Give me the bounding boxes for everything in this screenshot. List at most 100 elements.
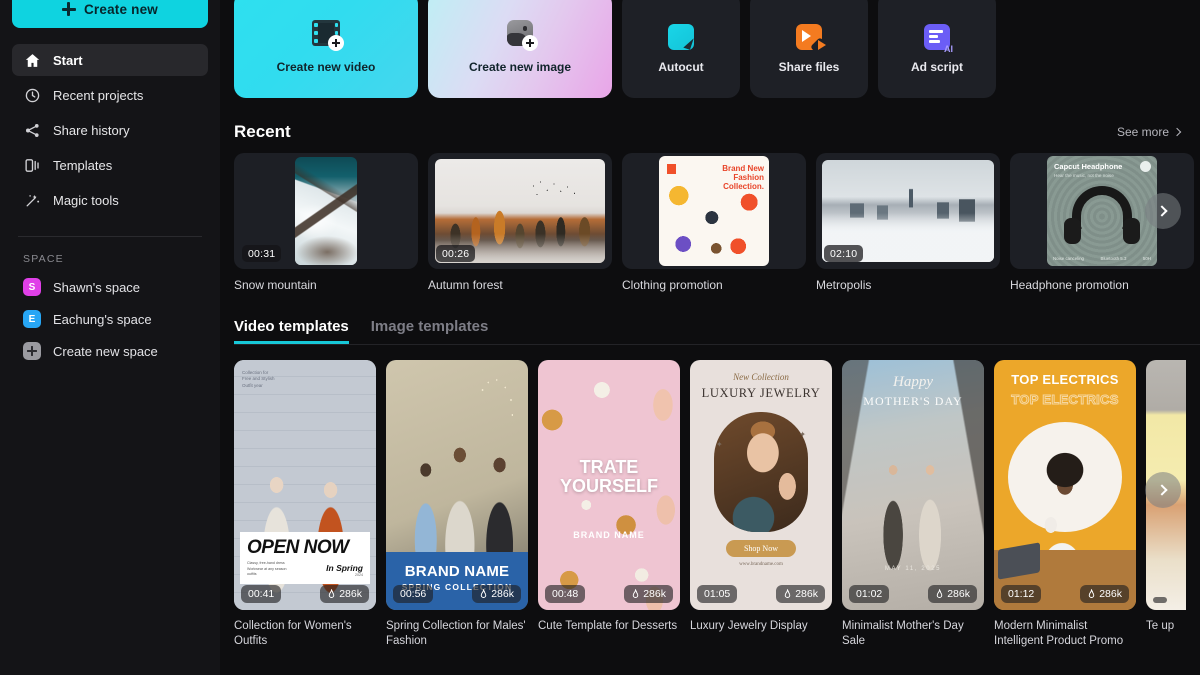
- recent-thumbnail[interactable]: 00:26: [428, 153, 612, 269]
- plus-badge-icon: [522, 35, 538, 51]
- section-title: Recent: [234, 122, 291, 141]
- template-thumbnail[interactable]: New Collection LUXURY JEWELRY Shop Now w…: [690, 360, 832, 610]
- template-card[interactable]: Collection for Free and Stylish Outfit yea…: [234, 360, 376, 649]
- recent-card[interactable]: 00:26 Autumn forest: [428, 153, 612, 292]
- template-duration-badge: 01:12: [1001, 585, 1042, 603]
- template-card[interactable]: TOP ELECTRICS TOP ELECTRICS 01:12 286k: [994, 360, 1136, 649]
- templates-row: Collection for Free and Stylish Outfit yea…: [234, 360, 1200, 649]
- uses-count: 286k: [947, 588, 970, 600]
- template-thumbnail[interactable]: Happy MOTHER'S DAY MAY 11, 2025 01:02 28…: [842, 360, 984, 610]
- template-overlay-title: MOTHER'S DAY: [863, 394, 963, 408]
- template-thumbnail[interactable]: Collection for Free and Stylish Outfit yea…: [234, 360, 376, 610]
- recent-thumbnail[interactable]: Brand New Fashion Collection.: [622, 153, 806, 269]
- sidebar-space-shawn[interactable]: S Shawn's space: [12, 271, 208, 303]
- duration-badge: 00:31: [242, 245, 282, 262]
- template-card[interactable]: New Collection LUXURY JEWELRY Shop Now w…: [690, 360, 832, 649]
- template-card-title: Spring Collection for Males' Fashion: [386, 620, 526, 647]
- recent-thumbnail[interactable]: 00:31: [234, 153, 418, 269]
- template-overlay-title: LUXURY JEWELRY: [701, 386, 821, 400]
- plus-icon: [61, 2, 76, 16]
- sidebar-item-label: Templates: [53, 157, 113, 173]
- quick-action-label: Ad script: [910, 60, 963, 74]
- template-card-title: Luxury Jewelry Display: [690, 620, 808, 632]
- sidebar-nav: Start Recent projects Share history Temp…: [12, 44, 208, 216]
- see-more-link[interactable]: See more: [1117, 125, 1182, 139]
- template-overlay-sub: In Spring: [326, 563, 363, 573]
- duration-badge: 02:10: [824, 245, 864, 262]
- templates-tabs: Video templates Image templates: [234, 318, 1200, 345]
- duration-badge: 00:26: [436, 245, 476, 262]
- home-icon: [23, 51, 41, 69]
- tab-image-templates[interactable]: Image templates: [371, 318, 489, 344]
- space-label: Create new space: [53, 343, 158, 359]
- magic-wand-icon: [23, 191, 41, 209]
- recent-card-title: Autumn forest: [428, 278, 503, 292]
- sidebar-item-magic-tools[interactable]: Magic tools: [12, 184, 208, 216]
- template-card[interactable]: Happy MOTHER'S DAY MAY 11, 2025 01:02 28…: [842, 360, 984, 649]
- template-duration-badge: [1153, 597, 1167, 603]
- sidebar-item-recent-projects[interactable]: Recent projects: [12, 79, 208, 111]
- quick-action-autocut[interactable]: Autocut: [622, 0, 740, 98]
- quick-action-ad-script[interactable]: AI Ad script: [878, 0, 996, 98]
- template-duration-badge: 01:05: [697, 585, 738, 603]
- quick-action-create-new-video[interactable]: Create new video: [234, 0, 418, 98]
- template-card[interactable]: TRATE YOURSELF BRAND NAME 00:48 286k Cut…: [538, 360, 680, 649]
- recent-thumbnail[interactable]: 02:10: [816, 153, 1000, 269]
- template-duration-badge: 01:02: [849, 585, 890, 603]
- template-overlay-sub: Happy: [893, 374, 933, 390]
- recent-card-title: Metropolis: [816, 278, 872, 292]
- chevron-right-icon: [1172, 127, 1182, 137]
- sidebar-item-share-history[interactable]: Share history: [12, 114, 208, 146]
- template-card-title: Minimalist Mother's Day Sale: [842, 620, 964, 647]
- recent-next-arrow-button[interactable]: [1145, 193, 1181, 229]
- autocut-icon: [668, 24, 694, 50]
- chevron-right-icon: [1155, 484, 1168, 496]
- sidebar: Create new Start Recent projects Share h…: [0, 0, 220, 675]
- sidebar-create-new-space[interactable]: Create new space: [12, 335, 208, 367]
- sidebar-item-label: Share history: [53, 122, 130, 138]
- uses-count: 286k: [643, 588, 666, 600]
- template-thumbnail[interactable]: TOP ELECTRICS TOP ELECTRICS 01:12 286k: [994, 360, 1136, 610]
- image-plus-icon: [503, 20, 538, 51]
- create-new-button[interactable]: Create new: [12, 0, 208, 28]
- recent-card[interactable]: 00:31 Snow mountain: [234, 153, 418, 292]
- space-avatar: S: [23, 278, 41, 296]
- template-duration-badge: 00:41: [241, 585, 282, 603]
- thumb-text-line1: Brand New: [722, 164, 764, 173]
- sidebar-item-templates[interactable]: Templates: [12, 149, 208, 181]
- recent-card[interactable]: 02:10 Metropolis: [816, 153, 1000, 292]
- sidebar-item-start[interactable]: Start: [12, 44, 208, 76]
- template-uses-badge: 286k: [776, 585, 825, 603]
- templates-next-arrow-button[interactable]: [1145, 472, 1181, 508]
- quick-action-create-new-image[interactable]: Create new image: [428, 0, 612, 98]
- capcut-home-screen: Create new Start Recent projects Share h…: [0, 0, 1200, 675]
- uses-count: 286k: [339, 588, 362, 600]
- uses-count: 286k: [795, 588, 818, 600]
- templates-icon: [23, 156, 41, 174]
- tab-video-templates[interactable]: Video templates: [234, 318, 349, 344]
- template-thumbnail[interactable]: TRATE YOURSELF BRAND NAME 00:48 286k: [538, 360, 680, 610]
- recent-card[interactable]: Brand New Fashion Collection. Clothing p…: [622, 153, 806, 292]
- quick-action-share-files[interactable]: Share files: [750, 0, 868, 98]
- template-overlay-title: BRAND NAME: [404, 563, 510, 580]
- quick-action-label: Create new video: [276, 60, 376, 74]
- template-card[interactable]: BRAND NAME SPRING COLLECTION 00:56 286k …: [386, 360, 528, 649]
- space-avatar: E: [23, 310, 41, 328]
- space-label: Shawn's space: [53, 279, 141, 295]
- sidebar-space-eachung[interactable]: E Eachung's space: [12, 303, 208, 335]
- template-uses-badge: 286k: [928, 585, 977, 603]
- recent-card-title: Snow mountain: [234, 278, 317, 292]
- plus-badge-icon: [328, 35, 344, 51]
- share-icon: [23, 121, 41, 139]
- template-thumbnail[interactable]: BRAND NAME SPRING COLLECTION 00:56 286k: [386, 360, 528, 610]
- template-cta-button[interactable]: Shop Now: [726, 540, 796, 557]
- quick-action-label: Autocut: [658, 60, 704, 74]
- uses-count: 286k: [491, 588, 514, 600]
- recent-card-title: Headphone promotion: [1010, 278, 1129, 292]
- template-card-title: Modern Minimalist Intelligent Product Pr…: [994, 620, 1124, 647]
- template-overlay-date: MAY 11, 2025: [884, 566, 942, 572]
- ad-script-ai-icon: AI: [924, 24, 953, 54]
- quick-actions-row: Create new video Create new image Autocu…: [234, 0, 1200, 98]
- thumb-feature: Noise canceling: [1053, 256, 1084, 261]
- plus-square-icon: [23, 342, 41, 360]
